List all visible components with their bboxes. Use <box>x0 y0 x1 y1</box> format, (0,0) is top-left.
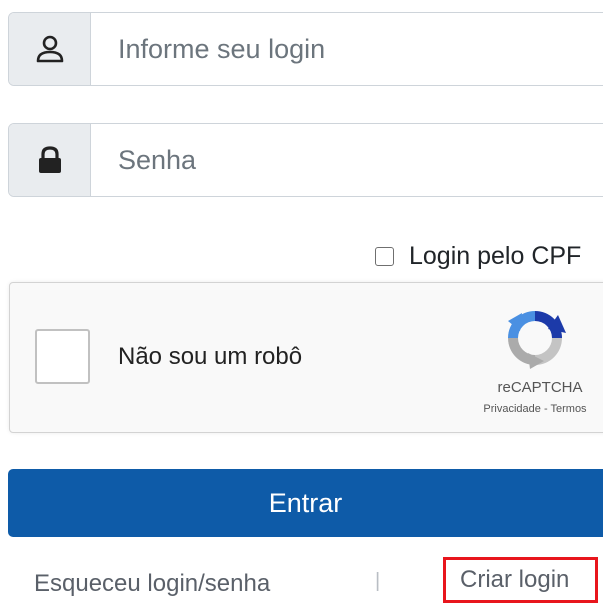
password-input-group <box>8 123 603 197</box>
login-input[interactable] <box>91 13 603 85</box>
recaptcha-checkbox[interactable] <box>35 329 90 384</box>
login-input-group <box>8 12 603 86</box>
password-input[interactable] <box>91 124 603 196</box>
recaptcha-privacy-link[interactable]: Privacidade <box>483 403 540 415</box>
recaptcha-terms-link[interactable]: Termos <box>551 403 587 415</box>
lock-icon <box>38 146 61 173</box>
footer-separator: | <box>375 570 381 592</box>
user-icon <box>36 35 63 63</box>
recaptcha-brand: reCAPTCHA <box>497 379 583 396</box>
create-login-highlight: Criar login <box>443 557 598 603</box>
recaptcha-widget: Não sou um robô reCAPTCHA Privacidade - … <box>9 282 603 433</box>
recaptcha-links-separator: - <box>543 403 548 415</box>
login-addon <box>9 13 91 85</box>
recaptcha-links: Privacidade - Termos <box>455 403 603 415</box>
entrar-button-label: Entrar <box>268 488 343 518</box>
entrar-button[interactable]: Entrar <box>8 469 603 537</box>
form-footer: Esqueceu login/senha | Criar login <box>0 557 603 610</box>
login-form: Login pelo CPF Não sou um robô reCAPTCHA… <box>0 0 603 610</box>
recaptcha-logo-icon <box>508 311 566 369</box>
cpf-login-option[interactable]: Login pelo CPF <box>375 242 581 271</box>
password-addon <box>9 124 91 196</box>
forgot-login-link[interactable]: Esqueceu login/senha <box>34 570 270 598</box>
create-login-link[interactable]: Criar login <box>460 566 569 594</box>
cpf-checkbox[interactable] <box>375 247 394 266</box>
recaptcha-label: Não sou um robô <box>118 343 303 370</box>
cpf-checkbox-label[interactable]: Login pelo CPF <box>409 242 581 271</box>
